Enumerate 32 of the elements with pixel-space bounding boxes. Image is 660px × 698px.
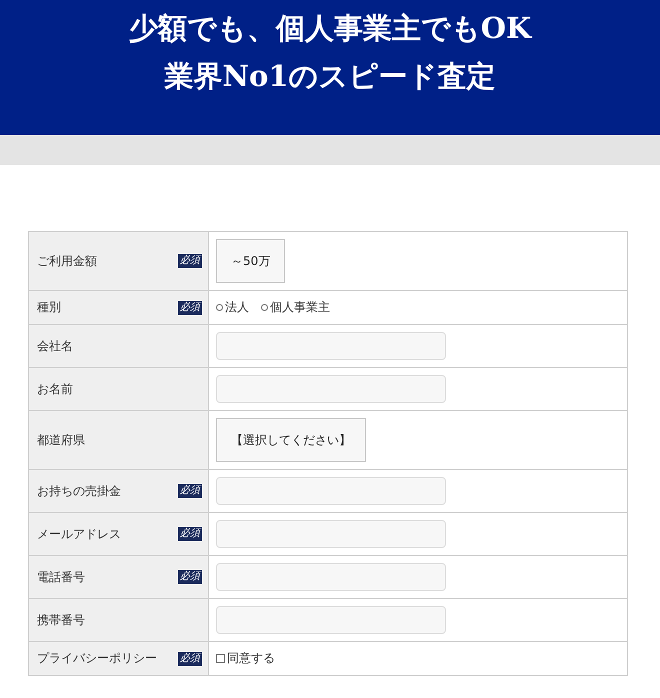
required-badge: 必須 [178, 570, 202, 584]
checkbox-label[interactable]: 同意する [227, 650, 275, 667]
radio-label[interactable]: 個人事業主 [270, 299, 330, 316]
required-badge: 必須 [178, 652, 202, 666]
input-field[interactable] [216, 563, 446, 591]
checkbox[interactable] [216, 654, 225, 663]
field-label: お名前 [37, 380, 73, 398]
radio-label[interactable]: 法人 [225, 299, 249, 316]
required-badge: 必須 [178, 254, 202, 268]
input-field[interactable] [216, 332, 446, 360]
input-field[interactable] [216, 520, 446, 548]
field-label: ご利用金額 [37, 252, 97, 270]
field-label: お持ちの売掛金 [37, 482, 121, 500]
headline: 少額でも、個人事業主でもOK [128, 10, 532, 47]
radio-button[interactable] [216, 304, 223, 311]
field-label: 携帯番号 [37, 612, 85, 628]
select-field[interactable]: ～50万 [216, 239, 286, 283]
input-field[interactable] [216, 375, 446, 403]
required-badge: 必須 [178, 527, 202, 541]
field-label: 種別 [37, 299, 61, 316]
input-field[interactable] [216, 606, 446, 634]
radio-button[interactable] [261, 304, 268, 311]
field-label: メールアドレス [37, 526, 121, 542]
field-label: 都道府県 [37, 432, 85, 448]
select-field[interactable]: 【選択してください】 [216, 418, 366, 462]
required-badge: 必須 [178, 484, 202, 498]
headline: 業界No1のスピード査定 [164, 58, 496, 95]
input-field[interactable] [216, 477, 446, 505]
field-label: 電話番号 [37, 568, 85, 586]
field-label: 会社名 [37, 338, 73, 354]
field-label: プライバシーポリシー [37, 650, 157, 667]
required-badge: 必須 [178, 300, 202, 314]
